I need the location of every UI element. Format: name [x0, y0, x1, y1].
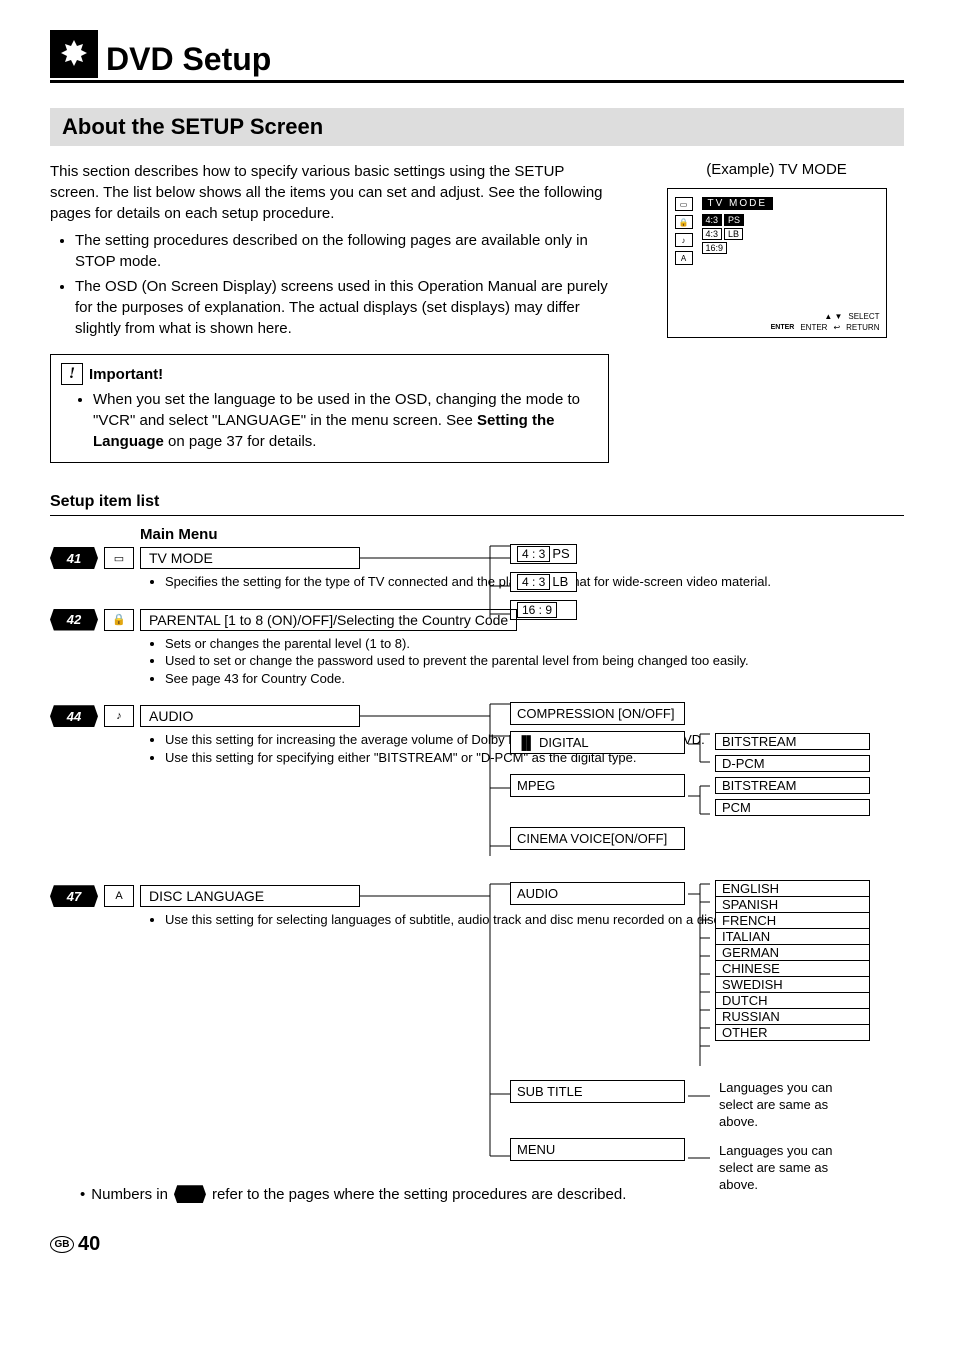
parental-icon: 🔒 — [104, 609, 134, 631]
example-option-selected: 4:3PS — [702, 214, 880, 226]
lang-chinese: CHINESE — [715, 960, 870, 977]
important-box: ! Important! When you set the language t… — [50, 354, 609, 463]
mpeg-bitstream: BITSTREAM — [715, 777, 870, 794]
return-icon: ↩ — [833, 323, 840, 333]
warning-icon: ! — [61, 363, 83, 385]
lang-other: OTHER — [715, 1024, 870, 1041]
page-header: DVD Setup — [50, 30, 904, 83]
gb-badge: GB — [50, 1236, 74, 1253]
intro-bullet: The setting procedures described on the … — [75, 230, 609, 272]
disc-language-icon: A — [104, 885, 134, 907]
audio-icon: ♪ — [104, 705, 134, 727]
intro-left: This section describes how to specify va… — [50, 161, 609, 463]
example-label: (Example) TV MODE — [649, 161, 904, 178]
audio-icon: ♪ — [675, 233, 693, 247]
lang-swedish: SWEDISH — [715, 976, 870, 993]
lang-german: GERMAN — [715, 944, 870, 961]
page-ref-41: 41 — [50, 547, 98, 569]
page-ref-47: 47 — [50, 885, 98, 907]
section-title: About the SETUP Screen — [50, 108, 904, 146]
example-option: 16:9 — [702, 242, 880, 254]
lock-icon: 🔒 — [675, 215, 693, 229]
disc-audio-option: AUDIO — [510, 882, 685, 905]
tv-option-lb: 4 : 3LB — [510, 572, 577, 592]
parental-desc: Sets or changes the parental level (1 to… — [150, 635, 904, 688]
mpeg-pcm: PCM — [715, 799, 870, 816]
example-column: (Example) TV MODE ▭ 🔒 ♪ A TV MODE 4:3PS … — [649, 161, 904, 463]
example-option: 4:3LB — [702, 228, 880, 240]
digital-bitstream: BITSTREAM — [715, 733, 870, 750]
menu-note: Languages you can select are same as abo… — [719, 1143, 859, 1194]
main-menu-label: Main Menu — [140, 526, 904, 543]
setup-item-list-header: Setup item list — [50, 493, 904, 516]
compression-option: COMPRESSION [ON/OFF] — [510, 702, 685, 725]
example-screen: ▭ 🔒 ♪ A TV MODE 4:3PS 4:3LB 16:9 ▲ ▼ SEL… — [667, 188, 887, 338]
mpeg-option: MPEG — [510, 774, 685, 797]
setup-tree: 41 ▭ TV MODE 4 : 3PS 4 : 3LB 16 : 9 Spec… — [50, 547, 904, 1203]
lang-french: FRENCH — [715, 912, 870, 929]
audio-row: 44 ♪ AUDIO — [50, 705, 904, 727]
dvd-setup-icon — [50, 30, 98, 78]
tv-mode-row: 41 ▭ TV MODE — [50, 547, 904, 569]
lang-russian: RUSSIAN — [715, 1008, 870, 1025]
tv-option-ps: 4 : 3PS — [510, 544, 577, 564]
tv-mode-title: TV MODE — [140, 547, 360, 569]
tv-mode-icon: ▭ — [104, 547, 134, 569]
language-list: ENGLISH SPANISH FRENCH ITALIAN GERMAN CH… — [715, 880, 870, 1040]
intro-bullet: The OSD (On Screen Display) screens used… — [75, 276, 609, 339]
page-ref-hex-icon — [174, 1185, 206, 1203]
audio-title: AUDIO — [140, 705, 360, 727]
subtitle-note: Languages you can select are same as abo… — [719, 1080, 859, 1131]
page-ref-44: 44 — [50, 705, 98, 727]
lang-english: ENGLISH — [715, 880, 870, 897]
dolby-icon: ▐▌ — [517, 735, 535, 750]
disc-language-title: DISC LANGUAGE — [140, 885, 360, 907]
intro-text: This section describes how to specify va… — [50, 161, 609, 224]
parental-row: 42 🔒 PARENTAL [1 to 8 (ON)/OFF]/Selectin… — [50, 609, 904, 631]
intro-row: This section describes how to specify va… — [50, 161, 904, 463]
page-ref-42: 42 — [50, 609, 98, 631]
tv-icon: ▭ — [675, 197, 693, 211]
lang-spanish: SPANISH — [715, 896, 870, 913]
important-label: Important! — [89, 366, 163, 383]
intro-bullets: The setting procedures described on the … — [50, 230, 609, 339]
example-footer: ▲ ▼ SELECT ENTER ENTER ↩ RETURN — [674, 312, 880, 333]
digital-dpcm: D-PCM — [715, 755, 870, 772]
cinema-voice-option: CINEMA VOICE[ON/OFF] — [510, 827, 685, 850]
lang-dutch: DUTCH — [715, 992, 870, 1009]
page-footer: GB 40 — [50, 1233, 904, 1256]
disc-subtitle-option: SUB TITLE — [510, 1080, 685, 1103]
disc-menu-option: MENU — [510, 1138, 685, 1161]
digital-option: ▐▌ DIGITAL — [510, 731, 685, 754]
page-title: DVD Setup — [106, 41, 271, 78]
page-number: 40 — [78, 1233, 100, 1256]
example-menu-title: TV MODE — [702, 197, 774, 210]
lang-italian: ITALIAN — [715, 928, 870, 945]
parental-title: PARENTAL [1 to 8 (ON)/OFF]/Selecting the… — [140, 609, 517, 631]
up-down-icon: ▲ ▼ — [824, 312, 842, 322]
important-text: When you set the language to be used in … — [93, 389, 598, 452]
language-icon: A — [675, 251, 693, 265]
